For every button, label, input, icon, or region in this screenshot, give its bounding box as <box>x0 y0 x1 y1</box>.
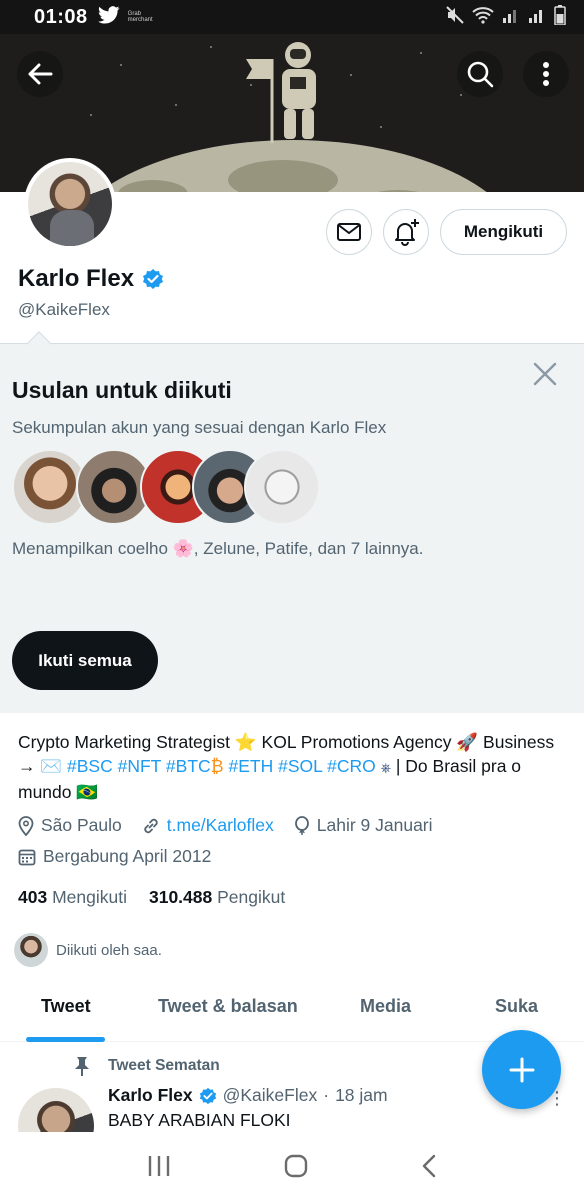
tweet-time: 18 jam <box>335 1085 388 1105</box>
home-icon[interactable] <box>283 1153 309 1179</box>
close-icon[interactable] <box>531 360 559 388</box>
message-button[interactable] <box>326 209 372 255</box>
cro-icon: ⎈ <box>380 760 391 775</box>
tweet-text: BABY ARABIAN FLOKI <box>108 1110 291 1130</box>
pin-icon <box>75 1057 89 1076</box>
status-time: 01:08 <box>34 5 88 28</box>
suggested-avatar[interactable] <box>244 449 320 525</box>
hashtag-link[interactable]: #SOL <box>278 756 322 776</box>
tweet-separator: · <box>323 1085 330 1105</box>
location-pin-icon <box>18 815 34 836</box>
tab-tweet[interactable]: Tweet <box>41 996 91 1017</box>
link-icon <box>144 818 158 833</box>
status-bar: 01:08 Grab merchant <box>0 0 584 34</box>
tweet-author-name[interactable]: Karlo Flex <box>108 1085 193 1106</box>
verified-badge-icon <box>143 269 164 289</box>
active-tab-indicator <box>26 1037 105 1042</box>
hashtag-link[interactable]: #BSC <box>67 756 113 776</box>
suggested-subtitle: Sekumpulan akun yang sesuai dengan Karlo… <box>12 418 387 437</box>
tweet-author-handle: @KaikeFlex <box>222 1085 318 1105</box>
twitter-icon <box>97 5 120 29</box>
bio-arrow: → ✉️ <box>18 756 68 776</box>
bell-plus-icon <box>395 219 419 246</box>
profile-name: Karlo Flex <box>18 265 135 292</box>
system-nav-bar <box>0 1132 584 1200</box>
bio-line-3: mundo 🇧🇷 <box>18 782 99 802</box>
followed-by[interactable]: Diikuti oleh saa. <box>14 933 162 967</box>
mute-icon <box>446 5 464 29</box>
profile-bio: Crypto Marketing Strategist ⭐ KOL Promot… <box>18 730 574 804</box>
signal-icon <box>502 7 520 28</box>
plus-icon <box>509 1057 534 1082</box>
location: São Paulo <box>18 815 122 836</box>
profile-name-row: Karlo Flex <box>18 265 164 293</box>
signal-icon <box>528 7 546 28</box>
profile-handle: @KaikeFlex <box>18 300 110 319</box>
back-button[interactable] <box>17 51 63 97</box>
suggested-title: Usulan untuk diikuti <box>12 377 232 403</box>
tab-likes[interactable]: Suka <box>495 996 538 1017</box>
mail-icon <box>337 223 361 241</box>
profile-link[interactable]: t.me/Karloflex <box>142 815 274 836</box>
joined-date: Bergabung April 2012 <box>18 846 211 867</box>
more-vertical-icon <box>543 62 549 86</box>
suggested-avatars[interactable] <box>12 449 332 529</box>
pinned-label: Tweet Sematan <box>72 1055 220 1077</box>
profile-avatar[interactable] <box>24 158 116 250</box>
follow-all-button[interactable]: Ikuti semua <box>12 631 158 690</box>
tab-media[interactable]: Media <box>360 996 411 1017</box>
following-count[interactable]: 403 Mengikuti <box>18 887 127 908</box>
bio-line-1: Crypto Marketing Strategist ⭐ KOL Promot… <box>18 732 555 752</box>
hashtag-link[interactable]: #CRO <box>327 756 376 776</box>
avatar-image <box>28 162 112 246</box>
following-button[interactable]: Mengikuti <box>440 209 567 255</box>
panel-pointer <box>26 331 52 357</box>
more-options-button[interactable] <box>523 51 569 97</box>
hashtag-link[interactable]: #ETH <box>229 756 274 776</box>
balloon-icon <box>294 815 309 835</box>
tab-tweet-replies[interactable]: Tweet & balasan <box>158 996 298 1017</box>
hashtag-link[interactable]: #NFT <box>118 756 161 776</box>
tweet-header: Karlo Flex @KaikeFlex · 18 jam <box>108 1085 388 1106</box>
wifi-icon <box>472 6 494 29</box>
search-icon <box>467 61 494 88</box>
back-nav-icon[interactable] <box>420 1153 438 1179</box>
suggested-follows-panel: Usulan untuk diikuti Sekumpulan akun yan… <box>0 331 584 713</box>
compose-tweet-button[interactable] <box>482 1030 561 1109</box>
grab-merchant-label: Grab merchant <box>127 11 153 23</box>
arrow-left-icon <box>28 63 53 85</box>
search-button[interactable] <box>457 51 503 97</box>
btc-icon: ₿ <box>210 756 224 776</box>
notify-button[interactable] <box>383 209 429 255</box>
follow-counts: 403 Mengikuti 310.488 Pengikut <box>18 887 285 908</box>
recent-apps-icon[interactable] <box>146 1154 172 1178</box>
calendar-icon <box>18 849 36 865</box>
battery-icon <box>554 4 566 30</box>
bio-tail: | Do Brasil pra o <box>395 756 522 776</box>
profile-tabs: Tweet Tweet & balasan Media Suka <box>0 982 584 1042</box>
profile-meta: São Paulo t.me/Karloflex Lahir 9 Januari <box>18 815 453 836</box>
birthday: Lahir 9 Januari <box>294 815 433 836</box>
verified-badge-icon <box>199 1087 216 1104</box>
followers-count[interactable]: 310.488 Pengikut <box>149 887 285 908</box>
suggested-showing-text: Menampilkan coelho 🌸, Zelune, Patife, da… <box>12 539 424 558</box>
astronaut-illustration <box>246 42 316 143</box>
hashtag-link[interactable]: #BTC <box>166 756 211 776</box>
follower-avatar <box>14 933 48 967</box>
